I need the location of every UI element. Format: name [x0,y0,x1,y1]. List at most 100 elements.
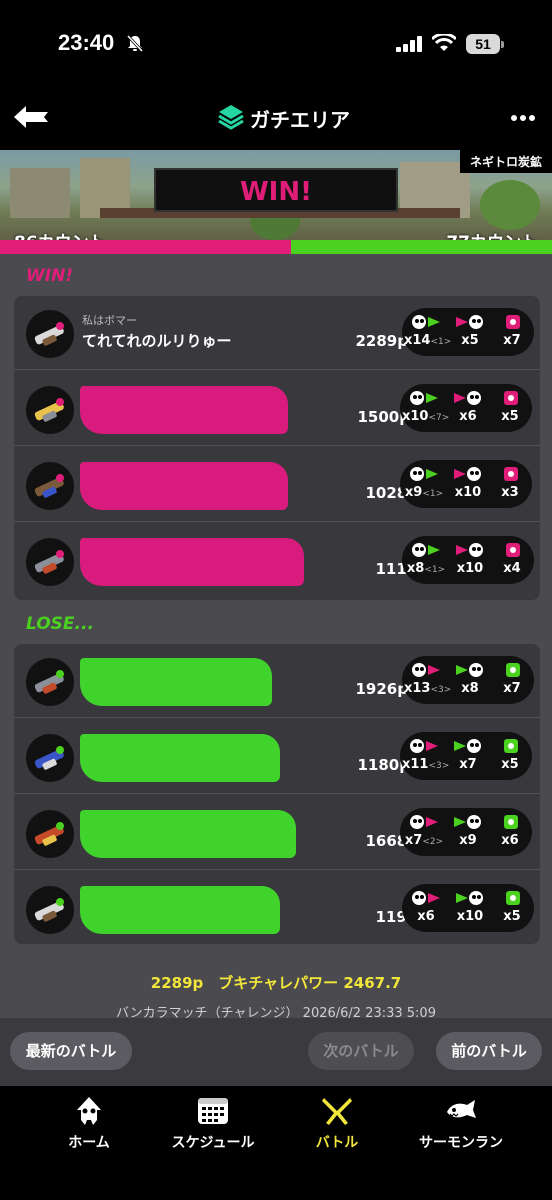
tab-battle-label: バトル [315,1135,359,1151]
app-header: ガチエリア [0,92,552,150]
player-stats: x6 x10 x5 [402,884,534,932]
result-box: WIN! [154,168,398,212]
salmon-icon [447,1100,476,1118]
weapon-icon [26,538,74,586]
special-stat: x5 [488,384,532,432]
player-stats: x13<3> x8 x7 [402,656,534,704]
special-count: x7 [503,333,521,348]
death-stat: x10 [448,536,492,584]
weapon-icon [26,386,74,434]
player-stats: x7<2> x9 x6 [400,808,532,856]
hidden-name-splat [80,462,288,510]
tab-salmon-run[interactable]: サーモンラン [396,1096,526,1152]
player-row[interactable]: 1195p x6 x10 x5 [14,872,540,944]
hidden-name-splat [80,658,272,706]
stage-banner: ネギトロ炭鉱 WIN! 86カウント 77カウント [0,150,552,254]
win-label: WIN! [26,266,74,286]
death-count: x7 [459,757,477,772]
special-stat: x4 [490,536,534,584]
death-stat: x6 [446,384,490,432]
player-stats: x9<1> x10 x3 [400,460,532,508]
death-count: x5 [461,333,479,348]
kill-count: x10 [402,409,429,424]
kill-stat: x8<1> [404,536,448,584]
death-count: x6 [459,409,477,424]
special-stat: x3 [488,460,532,508]
winning-team-card: 私はボマー てれてれのルリりゅー 2289p x14<1> x5 x7 1500p x10<7… [14,296,540,600]
tab-salmon-run-label: サーモンラン [419,1135,503,1151]
special-count: x3 [501,485,519,500]
battle-results[interactable]: WIN! 私はボマー てれてれのルリりゅー 2289p x14<1> x5 x7 1500p… [0,254,552,1100]
player-stats: x11<3> x7 x5 [400,732,532,780]
death-stat: x8 [448,656,492,704]
special-stat: x5 [490,884,534,932]
player-row[interactable]: 1500p x10<7> x6 x5 [14,372,540,446]
tab-schedule-label: スケジュール [171,1135,255,1151]
kill-count: x11 [402,757,429,772]
calendar-icon [198,1098,228,1124]
player-row[interactable]: 1111p x8<1> x10 x4 [14,524,540,598]
player-row[interactable]: 1180p x11<3> x7 x5 [14,720,540,794]
special-count: x5 [501,409,519,424]
death-stat: x10 [448,884,492,932]
tab-home[interactable]: ホーム [24,1096,154,1152]
kill-count: x9 [404,485,423,500]
count-bar [0,240,552,254]
wifi-icon [432,34,456,51]
page-title: ガチエリア [250,108,350,132]
player-stats: x14<1> x5 x7 [402,308,534,356]
player-row[interactable]: 1926p x13<3> x8 x7 [14,644,540,718]
next-battle-button[interactable]: 次のバトル [308,1032,414,1070]
result-text: WIN! [240,177,312,207]
back-arrow-icon[interactable] [14,104,50,130]
battery-level: 51 [466,34,500,54]
death-count: x10 [454,485,482,500]
battle-icon [322,1098,352,1125]
special-stat: x5 [488,732,532,780]
special-count: x4 [503,561,521,576]
special-count: x5 [503,909,521,924]
bell-muted-icon [126,34,144,52]
previous-battle-button[interactable]: 前のバトル [436,1032,542,1070]
player-row[interactable]: 私はボマーてれてれのルリりゅー 2289p x14<1> x5 x7 [14,296,540,370]
death-count: x8 [461,681,479,696]
special-count: x5 [501,757,519,772]
weapon-icon [26,810,74,858]
special-count: x7 [503,681,521,696]
death-stat: x9 [446,808,490,856]
assist-count: <2> [422,837,444,847]
special-count: x6 [501,833,519,848]
death-count: x10 [456,561,484,576]
battle-nav: 最新のバトル 次のバトル 前のバトル [0,1018,552,1086]
latest-battle-button[interactable]: 最新のバトル [10,1032,132,1070]
death-stat: x5 [448,308,492,356]
hidden-name-splat [80,386,288,434]
my-count-fill [0,240,291,254]
hidden-name-splat [80,810,296,858]
tab-battle[interactable]: バトル [272,1096,402,1152]
kill-stat: x14<1> [404,308,451,356]
kill-stat: x7<2> [402,808,446,856]
status-time: 23:40 [58,30,115,55]
player-points: 1926p [355,680,409,698]
player-row[interactable]: 1668p x7<2> x9 x6 [14,796,540,870]
assist-count: <1> [424,565,446,575]
summary-line: 2289p ブキチャレパワー 2467.7 [150,974,402,992]
weapon-icon [26,658,74,706]
losing-team-card: 1926p x13<3> x8 x7 1180p x11<3> x7 x5 1668p x7<2>… [14,644,540,944]
squid-icon [77,1097,101,1125]
tab-bar: ホーム スケジュール バトル サーモンラン [0,1086,552,1200]
more-options-icon[interactable] [510,114,536,122]
tab-schedule[interactable]: スケジュール [148,1096,278,1152]
battery-icon: 51 [466,34,504,54]
player-points: 2289p [355,332,409,350]
kill-stat: x6 [404,884,448,932]
player-title: 私はボマー [82,314,137,327]
kill-count: x14 [404,333,431,348]
weapon-icon [26,886,74,934]
player-stats: x10<7> x6 x5 [400,384,532,432]
player-row[interactable]: 1028p x9<1> x10 x3 [14,448,540,522]
weapon-icon [26,310,74,358]
kill-stat: x9<1> [402,460,446,508]
player-name: てれてれのルリりゅー [82,332,232,350]
